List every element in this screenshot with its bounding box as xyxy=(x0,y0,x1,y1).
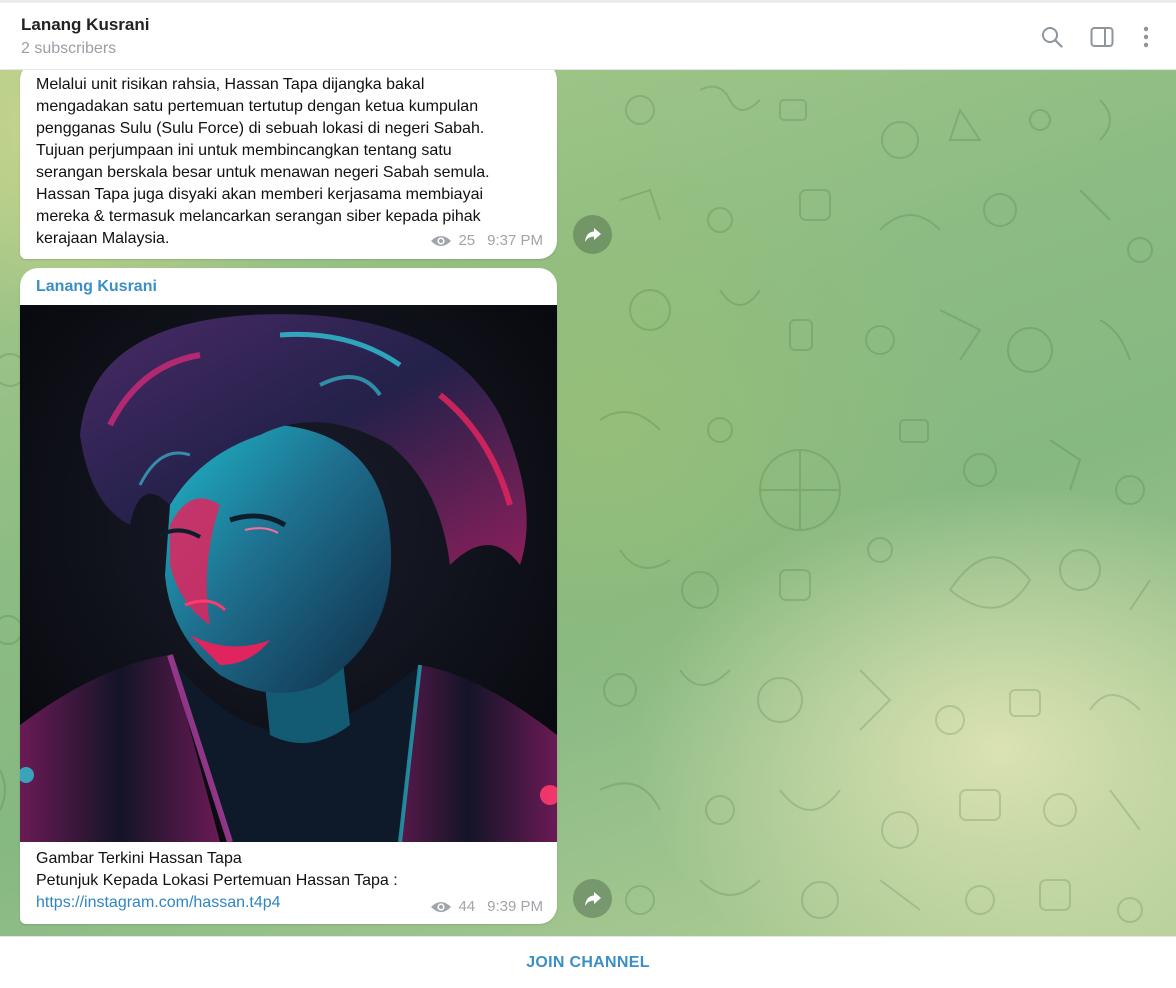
portrait-photo[interactable] xyxy=(20,305,557,842)
more-vertical-icon[interactable] xyxy=(1134,25,1158,49)
join-channel-button[interactable]: JOIN CHANNEL xyxy=(526,954,650,972)
view-count: 25 xyxy=(458,232,476,249)
message-meta: 44 9:39 PM xyxy=(430,898,543,915)
message-time: 9:37 PM xyxy=(487,232,543,249)
message-bubble[interactable]: Lanang Kusrani Gambar Terkini Hassan Tap… xyxy=(20,268,557,924)
message-text-line: Hassan Tapa juga disyaki akan memberi ke… xyxy=(36,186,484,203)
eye-icon xyxy=(430,234,452,248)
caption-line: Gambar Terkini Hassan Tapa xyxy=(36,850,242,867)
subscriber-count: 2 subscribers xyxy=(21,40,117,57)
forward-button[interactable] xyxy=(573,215,612,254)
message-time: 9:39 PM xyxy=(487,898,543,915)
channel-footer: JOIN CHANNEL xyxy=(0,936,1176,988)
caption-line: Petunjuk Kepada Lokasi Pertemuan Hassan … xyxy=(36,872,398,889)
channel-title[interactable]: Lanang Kusrani xyxy=(21,15,149,35)
photo-caption: Gambar Terkini Hassan Tapa Petunjuk Kepa… xyxy=(36,848,456,914)
search-icon[interactable] xyxy=(1040,25,1064,49)
message-bubble[interactable]: Melalui unit risikan rahsia, Hassan Tapa… xyxy=(20,70,557,259)
eye-icon xyxy=(430,900,452,914)
view-count: 44 xyxy=(458,898,476,915)
channel-header: Lanang Kusrani 2 subscribers xyxy=(0,3,1176,70)
message-text-line: Melalui unit risikan rahsia, Hassan Tapa… xyxy=(36,76,425,93)
instagram-link[interactable]: https://instagram.com/hassan.t4p4 xyxy=(36,892,456,914)
forward-button[interactable] xyxy=(573,879,612,918)
message-author[interactable]: Lanang Kusrani xyxy=(36,278,157,296)
telegram-window: Lanang Kusrani 2 subscribers Melalui uni… xyxy=(0,0,1176,988)
message-text-line: Tujuan perjumpaan ini untuk membincangka… xyxy=(36,142,452,159)
forward-icon xyxy=(584,891,601,906)
message-meta: 25 9:37 PM xyxy=(430,232,543,249)
message-text-line: serangan berskala besar untuk menawan ne… xyxy=(36,164,490,181)
message-text-line: pengganas Sulu (Sulu Force) di sebuah lo… xyxy=(36,120,485,137)
message-text: Melalui unit risikan rahsia, Hassan Tapa… xyxy=(36,74,536,250)
forward-icon xyxy=(584,227,601,242)
neon-portrait-image xyxy=(20,305,557,842)
message-text-line: mereka & termasuk melancarkan serangan s… xyxy=(36,208,481,225)
message-text-line: mengadakan satu pertemuan tertutup denga… xyxy=(36,98,479,115)
message-list[interactable]: Melalui unit risikan rahsia, Hassan Tapa… xyxy=(0,70,1176,936)
sidebar-toggle-icon[interactable] xyxy=(1090,25,1114,49)
